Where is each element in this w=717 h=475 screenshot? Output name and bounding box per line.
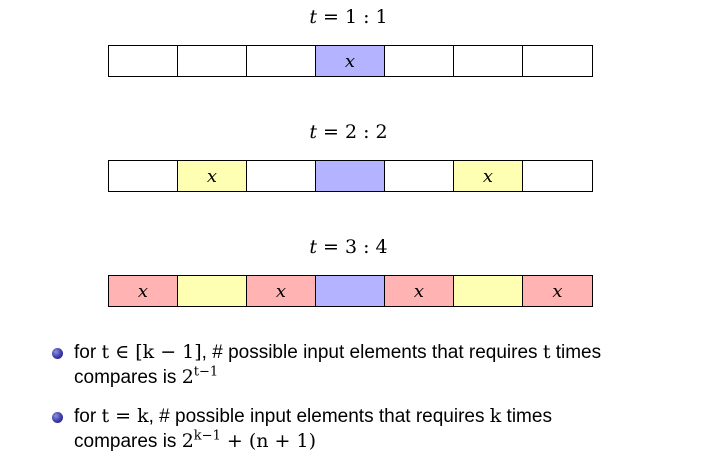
bullet-2-condition: t = k <box>101 405 149 427</box>
array-cell <box>316 161 385 191</box>
array-cell <box>523 46 592 76</box>
bullet-1-tail: times <box>550 342 602 363</box>
bullet-2-lead: for <box>74 406 102 427</box>
bullet-2-exponent: k−1 <box>193 428 221 444</box>
array-row-2: x x <box>108 160 593 192</box>
array-cell: x <box>454 161 523 191</box>
bullet-1-exponent: t−1 <box>193 364 219 380</box>
bullet-dot-icon <box>52 348 63 359</box>
bullet-list: for t ∈ [k − 1], # possible input elemen… <box>52 340 702 468</box>
bullet-item-2: for t = k, # possible input elements tha… <box>52 404 702 454</box>
array-cell <box>247 46 316 76</box>
bullet-2-after: + (n + 1) <box>220 430 316 452</box>
array-cell <box>316 276 385 306</box>
bullet-1-line2: compares is <box>74 367 182 388</box>
array-cell <box>454 276 523 306</box>
bullet-1-lead: for <box>74 342 102 363</box>
array-cell <box>385 46 454 76</box>
bullet-1-condition: t ∈ [k − 1] <box>101 341 202 363</box>
array-cell <box>385 161 454 191</box>
row-1-label: t = 1 : 1 <box>0 6 697 28</box>
array-cell <box>454 46 523 76</box>
bullet-2-line2: compares is <box>74 431 182 452</box>
row-3-label: t = 3 : 4 <box>0 236 697 258</box>
bullet-1-base: 2 <box>181 366 194 388</box>
array-cell: x <box>247 276 316 306</box>
bullet-2-tail: times <box>501 406 552 427</box>
row-3-var: t <box>309 236 317 258</box>
array-cell <box>247 161 316 191</box>
row-2-var: t <box>309 121 317 143</box>
array-cell: x <box>316 46 385 76</box>
array-cell <box>178 276 247 306</box>
row-3-eq: = 3 : 4 <box>316 236 388 258</box>
bullet-1-mid: , # possible input elements that require… <box>201 342 543 363</box>
row-2-eq: = 2 : 2 <box>316 121 388 143</box>
row-1-var: t <box>309 6 317 28</box>
row-2-label: t = 2 : 2 <box>0 121 697 143</box>
array-cell: x <box>178 161 247 191</box>
array-cell <box>109 46 178 76</box>
bullet-2-mid: , # possible input elements that require… <box>148 406 490 427</box>
bullet-dot-icon <box>52 412 63 423</box>
array-row-3: x x x x <box>108 275 593 307</box>
array-row-1: x <box>108 45 593 77</box>
array-cell <box>523 161 592 191</box>
array-cell <box>109 161 178 191</box>
array-cell: x <box>109 276 178 306</box>
bullet-2-var: k <box>489 405 502 427</box>
bullet-item-1: for t ∈ [k − 1], # possible input elemen… <box>52 340 702 390</box>
row-1-eq: = 1 : 1 <box>316 6 388 28</box>
bullet-2-base: 2 <box>181 430 194 452</box>
array-cell: x <box>523 276 592 306</box>
array-cell: x <box>385 276 454 306</box>
array-cell <box>178 46 247 76</box>
